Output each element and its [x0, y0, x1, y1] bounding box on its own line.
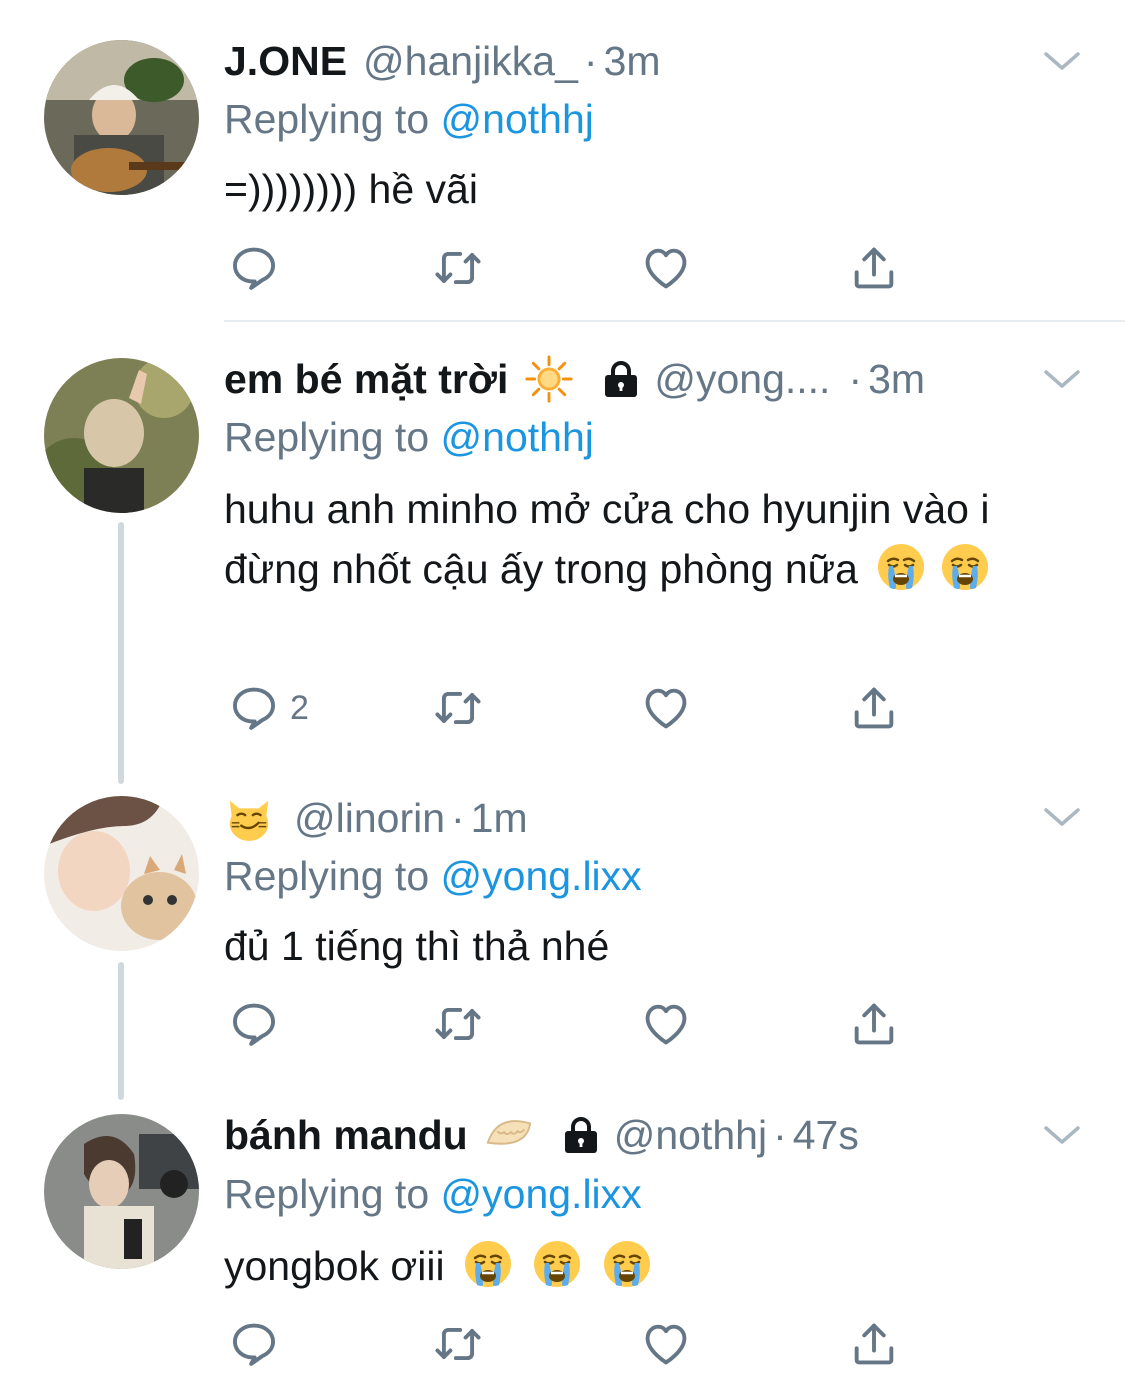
- tweet-text: =)))))))) hề vãi: [224, 159, 1084, 219]
- tweet-text: yongbok ơiii: [224, 1236, 1084, 1296]
- crying-face-emoji: [531, 1238, 583, 1290]
- user-handle[interactable]: @hanjikka_: [363, 31, 578, 91]
- tweet-text: huhu anh minho mở cửa cho hyunjin vào i …: [224, 479, 1084, 599]
- tweet[interactable]: @linorin · 1m Replying to @yong.lixx đủ …: [0, 778, 1125, 1078]
- reply-button[interactable]: [228, 994, 290, 1054]
- share-icon: [848, 682, 900, 734]
- mention-link[interactable]: @nothhj: [441, 96, 594, 142]
- mention-link[interactable]: @yong.lixx: [441, 1171, 642, 1217]
- share-icon: [848, 242, 900, 294]
- crying-face-emoji: [875, 541, 927, 593]
- replying-to-label: Replying to: [224, 1171, 430, 1217]
- crying-face-emoji: [939, 541, 991, 593]
- display-name[interactable]: em bé mặt trời: [224, 349, 508, 409]
- replying-to: Replying to @nothhj: [224, 89, 594, 149]
- like-button[interactable]: [640, 238, 692, 298]
- separator-dot: ·: [773, 1112, 787, 1158]
- retweet-icon: [432, 998, 484, 1050]
- user-handle[interactable]: @nothhj: [614, 1105, 767, 1165]
- tweet-text-content: =)))))))) hề vãi: [224, 166, 478, 212]
- avatar[interactable]: [44, 1114, 199, 1269]
- separator-dot: ·: [451, 795, 465, 841]
- reply-button[interactable]: 2: [228, 678, 309, 738]
- reply-icon: [228, 242, 280, 294]
- mention-link[interactable]: @yong.lixx: [441, 853, 642, 899]
- retweet-button[interactable]: [432, 678, 484, 738]
- crying-face-emoji: [601, 1238, 653, 1290]
- chevron-down-icon[interactable]: [1040, 1120, 1084, 1150]
- tweet-text-content: đủ 1 tiếng thì thả nhé: [224, 923, 610, 969]
- share-button[interactable]: [848, 994, 900, 1054]
- replying-to: Replying to @yong.lixx: [224, 1164, 642, 1224]
- avatar[interactable]: [44, 358, 199, 513]
- like-button[interactable]: [640, 678, 692, 738]
- dumpling-emoji: [484, 1110, 534, 1160]
- timestamp[interactable]: 1m: [471, 788, 528, 848]
- reply-button[interactable]: [228, 1314, 290, 1374]
- retweet-icon: [432, 682, 484, 734]
- retweet-button[interactable]: [432, 1314, 484, 1374]
- avatar[interactable]: [44, 40, 199, 195]
- tweet-text: đủ 1 tiếng thì thả nhé: [224, 916, 1084, 976]
- retweet-button[interactable]: [432, 994, 484, 1054]
- share-icon: [848, 1318, 900, 1370]
- tweet[interactable]: J.ONE @hanjikka_ · 3m Replying to @nothh…: [0, 0, 1125, 322]
- tweet[interactable]: bánh mandu @nothhj · 47s Replying to @yo…: [0, 1090, 1125, 1396]
- reply-icon: [228, 1318, 280, 1370]
- display-name[interactable]: bánh mandu: [224, 1105, 468, 1165]
- crying-face-emoji: [462, 1238, 514, 1290]
- replying-to-label: Replying to: [224, 414, 430, 460]
- replying-to: Replying to @yong.lixx: [224, 846, 642, 906]
- lock-icon: [602, 359, 640, 399]
- chevron-down-icon[interactable]: [1040, 46, 1084, 76]
- replying-to-label: Replying to: [224, 853, 430, 899]
- reply-button[interactable]: [228, 238, 290, 298]
- chevron-down-icon[interactable]: [1040, 364, 1084, 394]
- reply-icon: [228, 682, 280, 734]
- avatar[interactable]: [44, 796, 199, 951]
- share-button[interactable]: [848, 238, 900, 298]
- share-icon: [848, 998, 900, 1050]
- reply-icon: [228, 998, 280, 1050]
- timestamp[interactable]: 3m: [868, 349, 925, 409]
- user-handle[interactable]: @yong....: [654, 349, 830, 409]
- reply-count: 2: [290, 688, 309, 727]
- retweet-icon: [432, 242, 484, 294]
- replying-to: Replying to @nothhj: [224, 407, 594, 467]
- tweet-text-content: yongbok ơiii: [224, 1243, 445, 1289]
- replying-to-label: Replying to: [224, 96, 430, 142]
- heart-icon: [640, 1318, 692, 1370]
- like-button[interactable]: [640, 1314, 692, 1374]
- display-name[interactable]: J.ONE: [224, 31, 347, 91]
- timestamp[interactable]: 3m: [604, 31, 661, 91]
- lock-icon: [562, 1115, 600, 1155]
- tweet[interactable]: em bé mặt trời @yong.... · 3m Replying t…: [0, 322, 1125, 762]
- chevron-down-icon[interactable]: [1040, 802, 1084, 832]
- separator-dot: ·: [848, 356, 863, 402]
- smirking-cat-emoji: [224, 793, 274, 843]
- retweet-button[interactable]: [432, 238, 484, 298]
- sun-emoji: [524, 354, 574, 404]
- share-button[interactable]: [848, 678, 900, 738]
- heart-icon: [640, 682, 692, 734]
- share-button[interactable]: [848, 1314, 900, 1374]
- user-handle[interactable]: @linorin: [294, 788, 445, 848]
- timestamp[interactable]: 47s: [793, 1105, 859, 1165]
- heart-icon: [640, 998, 692, 1050]
- heart-icon: [640, 242, 692, 294]
- separator-dot: ·: [583, 38, 598, 84]
- retweet-icon: [432, 1318, 484, 1370]
- like-button[interactable]: [640, 994, 692, 1054]
- mention-link[interactable]: @nothhj: [441, 414, 594, 460]
